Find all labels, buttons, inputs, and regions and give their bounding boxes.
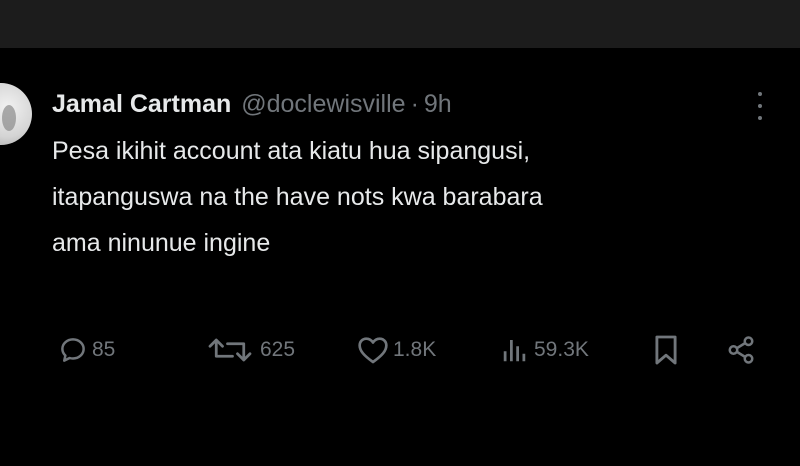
avatar-shade [2,105,16,131]
like-button[interactable]: 1.8K [357,328,436,372]
repost-count: 625 [260,338,296,361]
bookmark-icon [655,335,677,365]
tweet-time[interactable]: 9h [424,90,452,119]
display-name[interactable]: Jamal Cartman [52,90,231,119]
more-dot [758,104,762,108]
bookmark-button[interactable] [653,328,679,372]
top-bar [0,0,800,48]
tweet-text: Pesa ikihit account ata kiatu hua sipang… [52,128,772,266]
reply-icon [61,338,85,362]
tweet-text-line: ama ninunue ingine [52,229,271,257]
tweet-text-line: itapanguswa na the have nots kwa barabar… [52,183,543,211]
repost-button[interactable]: 625 [204,328,295,372]
heart-icon [358,337,388,364]
tweet-text-line: Pesa ikihit account ata kiatu hua sipang… [52,137,531,165]
views-button[interactable]: 59.3K [500,328,589,372]
views-icon [503,340,526,362]
share-icon [728,336,754,364]
more-dot [758,92,762,96]
views-count: 59.3K [534,338,589,361]
reply-button[interactable]: 85 [58,328,115,372]
tweet-header: Jamal Cartman @doclewisville · 9h [52,86,452,122]
more-dot [758,116,762,120]
user-handle[interactable]: @doclewisville [241,90,405,119]
share-button[interactable] [725,328,757,372]
repost-icon [208,338,252,362]
like-count: 1.8K [393,338,437,361]
header-separator: · [410,89,419,118]
action-bar: 85 625 1.8K 59.3K [0,328,800,372]
reply-count: 85 [92,338,116,361]
more-icon[interactable] [752,92,768,120]
